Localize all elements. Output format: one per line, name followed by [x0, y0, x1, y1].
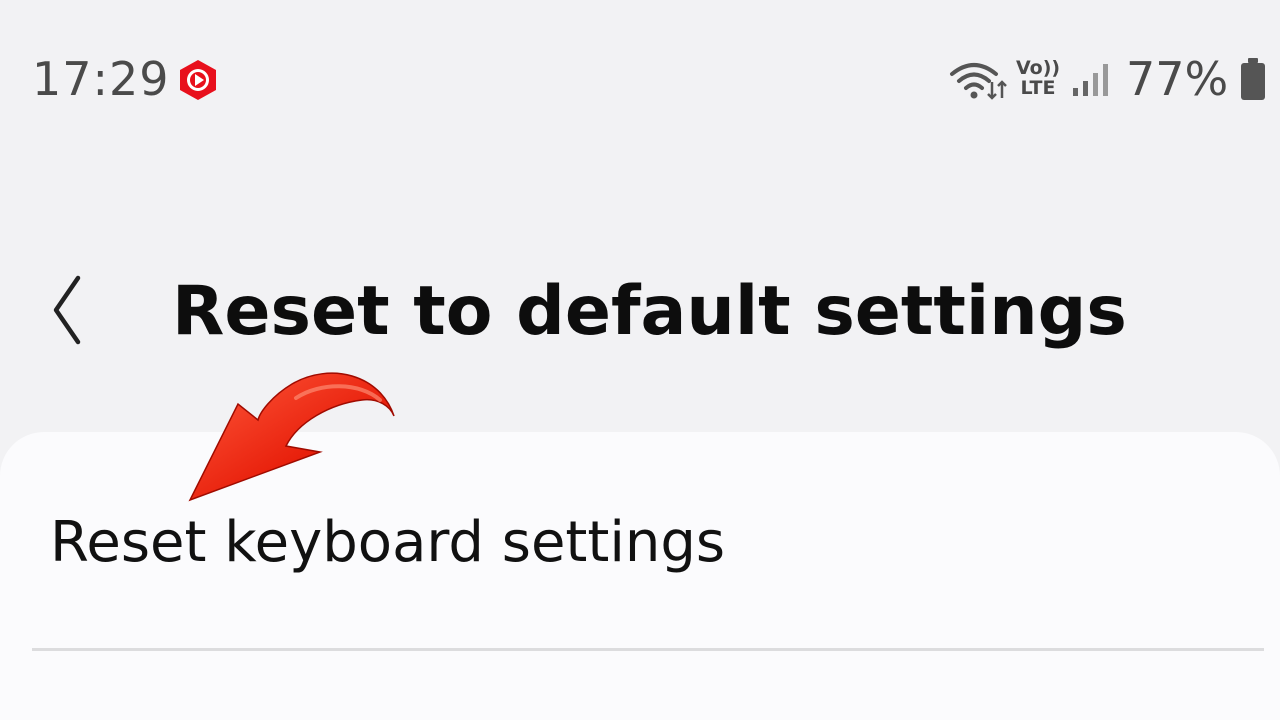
- battery-icon: [1241, 58, 1265, 100]
- volte-icon: Vo)) LTE: [1016, 58, 1060, 98]
- app-header: Reset to default settings: [0, 250, 1280, 370]
- status-time: 17:29: [32, 52, 170, 106]
- list-item-label: Reset keyboard settings: [50, 510, 726, 575]
- divider: [32, 648, 1264, 651]
- chevron-left-icon: [53, 275, 81, 345]
- youtube-recording-icon: [180, 60, 216, 100]
- signal-icon: [1073, 64, 1108, 96]
- battery-percent: 77%: [1126, 52, 1229, 106]
- page-title: Reset to default settings: [172, 272, 1127, 351]
- volte-top-text: Vo)): [1016, 57, 1061, 79]
- status-bar: 17:29 Vo)) LTE 77%: [0, 0, 1280, 150]
- back-button[interactable]: [40, 270, 110, 350]
- volte-bottom-text: LTE: [1020, 77, 1056, 99]
- settings-screen: 17:29 Vo)) LTE 77% Reset to default sett…: [0, 0, 1280, 720]
- wifi-icon: [950, 63, 1007, 100]
- red-curved-arrow-icon: [188, 372, 395, 502]
